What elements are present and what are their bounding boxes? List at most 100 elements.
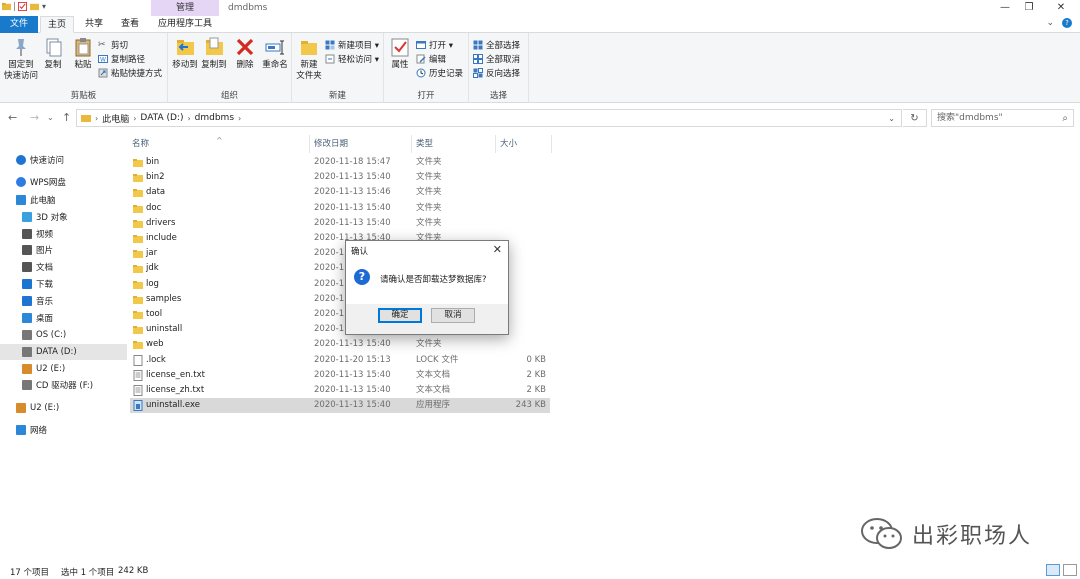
edit-button[interactable]: 编辑 xyxy=(416,52,446,65)
new-group: 新建 文件夹 新建项目 ▾ 轻松访问 ▾ 新建 xyxy=(292,33,384,103)
nav-item[interactable]: DATA (D:) xyxy=(0,344,127,360)
copy-button[interactable]: 复制 xyxy=(40,36,66,71)
recent-locations-chevron-icon[interactable]: ⌄ xyxy=(47,113,54,122)
help-icon[interactable]: ? xyxy=(1062,18,1072,28)
nav-item[interactable]: 文档 xyxy=(0,259,127,275)
tab-application-tools[interactable]: 应用程序工具 xyxy=(151,16,219,33)
invert-selection-button[interactable]: 反向选择 xyxy=(473,66,520,79)
select-all-button[interactable]: 全部选择 xyxy=(473,38,520,51)
file-row[interactable]: license_en.txt 2020-11-13 15:40 文本文档 2 KB xyxy=(130,368,550,383)
nav-item-label: 此电脑 xyxy=(30,196,56,206)
nav-item[interactable]: 此电脑 xyxy=(0,192,127,208)
breadcrumb-data-drive[interactable]: DATA (D:) xyxy=(140,113,183,123)
copy-to-button[interactable]: 复制到 xyxy=(200,36,228,71)
nav-item[interactable]: CD 驱动器 (F:) xyxy=(0,377,127,393)
breadcrumb-this-pc[interactable]: 此电脑 xyxy=(102,112,129,125)
nav-item[interactable]: 网络 xyxy=(0,422,127,438)
close-button[interactable]: ✕ xyxy=(1046,0,1076,16)
copy-path-label: 复制路径 xyxy=(111,54,146,65)
scissors-icon: ✂ xyxy=(98,39,106,50)
breadcrumb-dmdbms[interactable]: dmdbms xyxy=(195,113,234,123)
address-dropdown-icon[interactable]: ⌄ xyxy=(888,114,895,123)
file-name: data xyxy=(146,187,166,198)
new-folder-button[interactable]: 新建 文件夹 xyxy=(294,36,324,82)
nav-item-label: 快速访问 xyxy=(30,156,65,166)
nav-item[interactable]: 快速访问 xyxy=(0,152,127,168)
details-view-icon[interactable] xyxy=(1046,564,1060,576)
paste-shortcut-icon xyxy=(98,68,108,77)
search-box[interactable]: 搜索"dmdbms" ⌕ xyxy=(931,109,1074,127)
customize-dropdown-icon[interactable]: ▾ xyxy=(42,2,46,11)
nav-item[interactable]: WPS网盘 xyxy=(0,174,127,190)
star-icon xyxy=(16,155,26,165)
properties-button[interactable]: 属性 xyxy=(387,36,413,71)
nav-item[interactable]: OS (C:) xyxy=(0,327,127,343)
file-row[interactable]: .lock 2020-11-20 15:13 LOCK 文件 0 KB xyxy=(130,353,550,368)
dialog-close-icon[interactable]: ✕ xyxy=(493,243,502,256)
maximize-button[interactable]: ❐ xyxy=(1014,0,1044,16)
easy-access-button[interactable]: 轻松访问 ▾ xyxy=(325,52,379,65)
select-none-button[interactable]: 全部取消 xyxy=(473,52,520,65)
file-row[interactable]: web 2020-11-13 15:40 文件夹 xyxy=(130,337,550,352)
file-row[interactable]: doc 2020-11-13 15:40 文件夹 xyxy=(130,201,550,216)
nav-item-label: 下载 xyxy=(36,280,54,290)
open-button[interactable]: 打开 ▾ xyxy=(416,38,453,51)
back-arrow-icon[interactable]: ← xyxy=(8,111,17,124)
tab-home[interactable]: 主页 xyxy=(40,16,74,33)
folder-icon xyxy=(133,280,143,289)
tab-share[interactable]: 共享 xyxy=(78,16,110,33)
file-row[interactable]: data 2020-11-13 15:46 文件夹 xyxy=(130,185,550,200)
nav-item[interactable]: 桌面 xyxy=(0,310,127,326)
tab-view[interactable]: 查看 xyxy=(112,16,148,33)
copy-path-button[interactable]: W 复制路径 xyxy=(98,52,145,65)
folder-icon xyxy=(133,235,143,243)
nav-item[interactable]: 视频 xyxy=(0,226,127,242)
ribbon-tabs: 文件 主页 共享 查看 应用程序工具 ⌄ ? xyxy=(0,16,1080,33)
ok-button[interactable]: 确定 xyxy=(378,308,422,323)
file-row[interactable]: bin 2020-11-18 15:47 文件夹 xyxy=(130,155,550,170)
file-row[interactable]: license_zh.txt 2020-11-13 15:40 文本文档 2 KB xyxy=(130,383,550,398)
up-arrow-icon[interactable]: ↑ xyxy=(62,111,71,124)
nav-item[interactable]: U2 (E:) xyxy=(0,361,127,377)
copy-to-icon xyxy=(206,37,223,55)
paste-button[interactable]: 粘贴 xyxy=(70,36,96,71)
nav-item-label: 文档 xyxy=(36,263,54,273)
column-header-type[interactable]: 类型 xyxy=(414,135,496,153)
address-bar[interactable]: › 此电脑 › DATA (D:) › dmdbms › ⌄ xyxy=(76,109,902,127)
forward-arrow-icon[interactable]: → xyxy=(30,111,39,124)
new-folder-icon[interactable] xyxy=(30,2,39,11)
new-item-button[interactable]: 新建项目 ▾ xyxy=(325,38,379,51)
history-button[interactable]: 历史记录 xyxy=(416,66,463,79)
nav-item[interactable]: 音乐 xyxy=(0,293,127,309)
folder-icon xyxy=(133,250,143,259)
file-row[interactable]: bin2 2020-11-13 15:40 文件夹 xyxy=(130,170,550,185)
paste-shortcut-button[interactable]: 粘贴快捷方式 xyxy=(98,66,162,79)
properties-check-icon[interactable] xyxy=(18,2,27,11)
select-all-icon xyxy=(473,40,483,49)
move-to-button[interactable]: 移动到 xyxy=(171,36,199,71)
file-row[interactable]: drivers 2020-11-13 15:40 文件夹 xyxy=(130,216,550,231)
select-group-label: 选择 xyxy=(489,91,507,101)
pin-quick-access-button[interactable]: 固定到 快速访问 xyxy=(4,36,38,82)
file-row[interactable]: uninstall.exe 2020-11-13 15:40 应用程序 243 KB xyxy=(130,398,550,414)
column-header-size[interactable]: 大小 xyxy=(498,135,552,153)
cancel-button[interactable]: 取消 xyxy=(431,308,475,323)
clipboard-group-label: 剪贴板 xyxy=(70,91,97,101)
tab-file[interactable]: 文件 xyxy=(0,16,38,33)
rename-button[interactable]: 重命名 xyxy=(260,36,290,71)
nav-item-label: OS (C:) xyxy=(36,330,67,340)
large-icons-view-icon[interactable] xyxy=(1063,564,1077,576)
item-count: 17 个项目 xyxy=(10,568,50,578)
nav-item[interactable]: 图片 xyxy=(0,242,127,258)
cut-button[interactable]: ✂ 剪切 xyxy=(98,38,128,51)
nav-item[interactable]: 3D 对象 xyxy=(0,209,127,225)
expand-ribbon-icon[interactable]: ⌄ xyxy=(1046,18,1054,28)
delete-button[interactable]: 删除 xyxy=(232,36,258,71)
refresh-button[interactable]: ↻ xyxy=(903,109,927,127)
nav-item[interactable]: 下载 xyxy=(0,276,127,292)
column-header-name[interactable]: 名称 ^ xyxy=(130,135,310,153)
nav-item[interactable]: U2 (E:) xyxy=(0,400,127,416)
open-label: 打开 ▾ xyxy=(429,40,453,51)
column-header-date[interactable]: 修改日期 xyxy=(312,135,412,153)
file-date: 2020-1 xyxy=(314,278,345,289)
